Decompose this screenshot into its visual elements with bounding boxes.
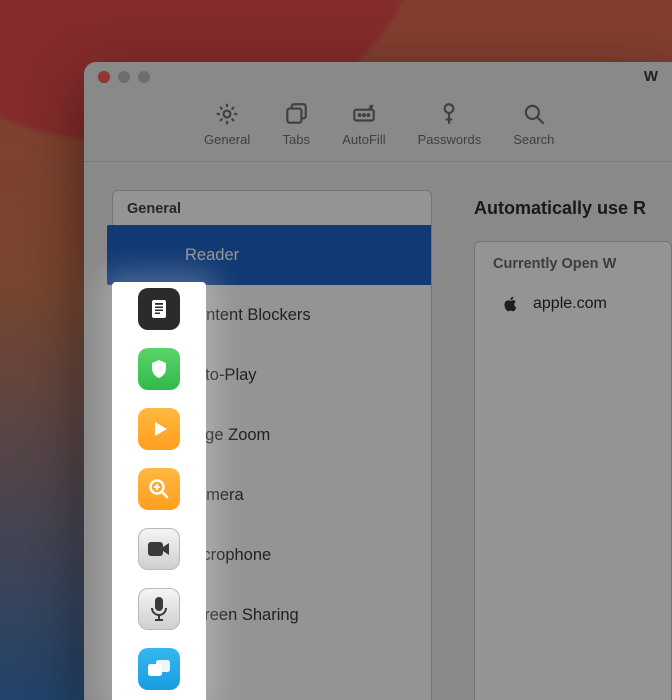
reader-icon xyxy=(138,288,180,330)
microphone-icon xyxy=(138,588,180,630)
magnifier-plus-icon xyxy=(138,468,180,510)
screens-icon xyxy=(138,648,180,690)
play-icon xyxy=(138,408,180,450)
sidebar-icon-spotlight xyxy=(112,282,206,700)
shield-icon xyxy=(138,348,180,390)
dim-overlay xyxy=(0,0,672,700)
camera-icon xyxy=(138,528,180,570)
